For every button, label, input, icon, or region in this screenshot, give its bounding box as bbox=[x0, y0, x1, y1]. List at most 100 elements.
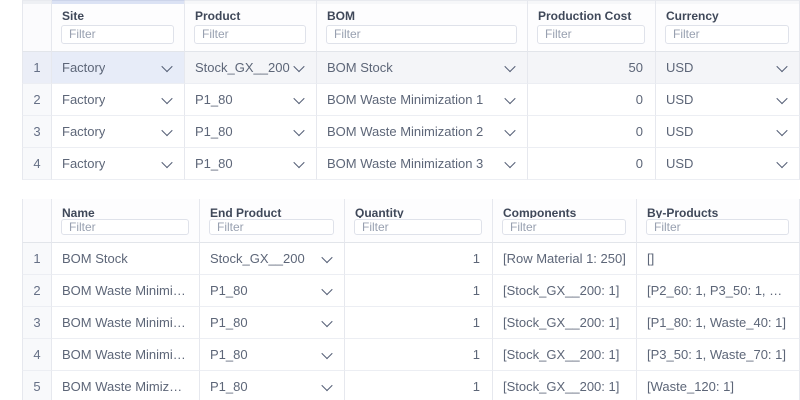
site-cell[interactable]: Factory bbox=[52, 148, 185, 180]
end-product-filter-input[interactable] bbox=[209, 219, 334, 235]
production-cost-cell[interactable]: 0 bbox=[528, 84, 656, 116]
bom-cell[interactable]: BOM Waste Minimization 2 bbox=[317, 116, 528, 148]
product-cell[interactable]: P1_80 bbox=[185, 116, 317, 148]
components-cell[interactable]: [Row Material 1: 250] bbox=[493, 243, 637, 275]
chevron-down-icon[interactable] bbox=[293, 124, 304, 135]
column-header-quantity: Quantity bbox=[345, 199, 493, 243]
chevron-down-icon[interactable] bbox=[776, 60, 787, 71]
name-cell[interactable]: BOM Waste Minimizati... bbox=[52, 339, 200, 371]
currency-cell[interactable]: USD bbox=[656, 148, 800, 180]
product-cell[interactable]: Stock_GX__200 bbox=[185, 52, 317, 84]
chevron-down-icon[interactable] bbox=[293, 60, 304, 71]
end-product-cell[interactable]: P1_80 bbox=[200, 339, 345, 371]
quantity-cell[interactable]: 1 bbox=[345, 371, 493, 400]
by-products-cell[interactable]: [P1_80: 1, Waste_40: 1] bbox=[637, 307, 800, 339]
chevron-down-icon[interactable] bbox=[321, 283, 332, 294]
currency-filter-input[interactable] bbox=[665, 25, 789, 44]
chevron-down-icon[interactable] bbox=[504, 60, 515, 71]
end-product-cell[interactable]: P1_80 bbox=[200, 275, 345, 307]
end-product-cell[interactable]: P1_80 bbox=[200, 307, 345, 339]
bom-cell[interactable]: BOM Waste Minimization 3 bbox=[317, 148, 528, 180]
column-label-bom: BOM bbox=[317, 4, 527, 24]
end-product-cell[interactable]: P1_80 bbox=[200, 371, 345, 400]
by-products-cell[interactable]: [P2_60: 1, P3_50: 1, Wa... bbox=[637, 275, 800, 307]
chevron-down-icon[interactable] bbox=[161, 156, 172, 167]
row-number[interactable]: 3 bbox=[22, 307, 52, 339]
chevron-down-icon[interactable] bbox=[293, 92, 304, 103]
bom-cell[interactable]: BOM Stock bbox=[317, 52, 528, 84]
name-cell[interactable]: BOM Waste Minimizati... bbox=[52, 275, 200, 307]
data-grid-screen: Site Product BOM Production Cost Currenc… bbox=[0, 0, 800, 400]
by-products-filter-input[interactable] bbox=[646, 219, 789, 235]
chevron-down-icon[interactable] bbox=[321, 379, 332, 390]
table-row: 2 Factory P1_80 BOM Waste Minimization 1… bbox=[22, 84, 800, 116]
currency-value: USD bbox=[666, 60, 693, 75]
name-cell[interactable]: BOM Stock bbox=[52, 243, 200, 275]
quantity-cell[interactable]: 1 bbox=[345, 339, 493, 371]
chevron-down-icon[interactable] bbox=[504, 124, 515, 135]
site-cell[interactable]: Factory bbox=[52, 84, 185, 116]
chevron-down-icon[interactable] bbox=[321, 251, 332, 262]
row-number[interactable]: 2 bbox=[22, 84, 52, 116]
chevron-down-icon[interactable] bbox=[504, 92, 515, 103]
name-value: BOM Waste Minimizati... bbox=[62, 315, 189, 330]
site-filter-input[interactable] bbox=[61, 25, 174, 44]
chevron-down-icon[interactable] bbox=[776, 124, 787, 135]
components-filter-input[interactable] bbox=[502, 219, 626, 235]
currency-cell[interactable]: USD bbox=[656, 84, 800, 116]
production-table-header: Site Product BOM Production Cost Currenc… bbox=[22, 4, 800, 52]
quantity-cell[interactable]: 1 bbox=[345, 307, 493, 339]
site-value: Factory bbox=[62, 60, 105, 75]
currency-cell[interactable]: USD bbox=[656, 52, 800, 84]
bom-filter-input[interactable] bbox=[326, 25, 517, 44]
bom-value: BOM Waste Minimization 1 bbox=[327, 92, 483, 107]
currency-cell[interactable]: USD bbox=[656, 116, 800, 148]
row-number[interactable]: 5 bbox=[22, 371, 52, 400]
quantity-cell[interactable]: 1 bbox=[345, 243, 493, 275]
row-number[interactable]: 1 bbox=[22, 52, 52, 84]
production-cost-cell[interactable]: 50 bbox=[528, 52, 656, 84]
site-value: Factory bbox=[62, 92, 105, 107]
end-product-cell[interactable]: Stock_GX__200 bbox=[200, 243, 345, 275]
row-number[interactable]: 4 bbox=[22, 148, 52, 180]
by-products-cell[interactable]: [Waste_120: 1] bbox=[637, 371, 800, 400]
chevron-down-icon[interactable] bbox=[161, 92, 172, 103]
chevron-down-icon[interactable] bbox=[776, 156, 787, 167]
quantity-filter-input[interactable] bbox=[354, 219, 482, 235]
site-cell[interactable]: Factory bbox=[52, 116, 185, 148]
components-cell[interactable]: [Stock_GX__200: 1] bbox=[493, 307, 637, 339]
components-cell[interactable]: [Stock_GX__200: 1] bbox=[493, 371, 637, 400]
chevron-down-icon[interactable] bbox=[321, 315, 332, 326]
column-label-currency: Currency bbox=[656, 4, 799, 24]
chevron-down-icon[interactable] bbox=[161, 60, 172, 71]
by-products-cell[interactable]: [P3_50: 1, Waste_70: 1] bbox=[637, 339, 800, 371]
chevron-down-icon[interactable] bbox=[161, 124, 172, 135]
row-number[interactable]: 1 bbox=[22, 243, 52, 275]
quantity-cell[interactable]: 1 bbox=[345, 275, 493, 307]
column-label-site: Site bbox=[52, 4, 184, 24]
chevron-down-icon[interactable] bbox=[321, 347, 332, 358]
bom-value: BOM Waste Minimization 3 bbox=[327, 156, 483, 171]
site-cell[interactable]: Factory bbox=[52, 52, 185, 84]
row-number[interactable]: 2 bbox=[22, 275, 52, 307]
production-cost-cell[interactable]: 0 bbox=[528, 148, 656, 180]
chevron-down-icon[interactable] bbox=[504, 156, 515, 167]
chevron-down-icon[interactable] bbox=[293, 156, 304, 167]
chevron-down-icon[interactable] bbox=[776, 92, 787, 103]
product-filter-input[interactable] bbox=[194, 25, 306, 44]
row-number[interactable]: 3 bbox=[22, 116, 52, 148]
name-cell[interactable]: BOM Waste Mimization... bbox=[52, 371, 200, 400]
product-cell[interactable]: P1_80 bbox=[185, 148, 317, 180]
by-products-cell[interactable]: [] bbox=[637, 243, 800, 275]
name-cell[interactable]: BOM Waste Minimizati... bbox=[52, 307, 200, 339]
bom-cell[interactable]: BOM Waste Minimization 1 bbox=[317, 84, 528, 116]
row-number[interactable]: 4 bbox=[22, 339, 52, 371]
components-cell[interactable]: [Stock_GX__200: 1] bbox=[493, 339, 637, 371]
by-products-value: [] bbox=[647, 251, 654, 266]
components-cell[interactable]: [Stock_GX__200: 1] bbox=[493, 275, 637, 307]
name-value: BOM Stock bbox=[62, 251, 128, 266]
production-cost-cell[interactable]: 0 bbox=[528, 116, 656, 148]
product-cell[interactable]: P1_80 bbox=[185, 84, 317, 116]
production-cost-filter-input[interactable] bbox=[537, 25, 645, 44]
name-filter-input[interactable] bbox=[61, 219, 189, 235]
